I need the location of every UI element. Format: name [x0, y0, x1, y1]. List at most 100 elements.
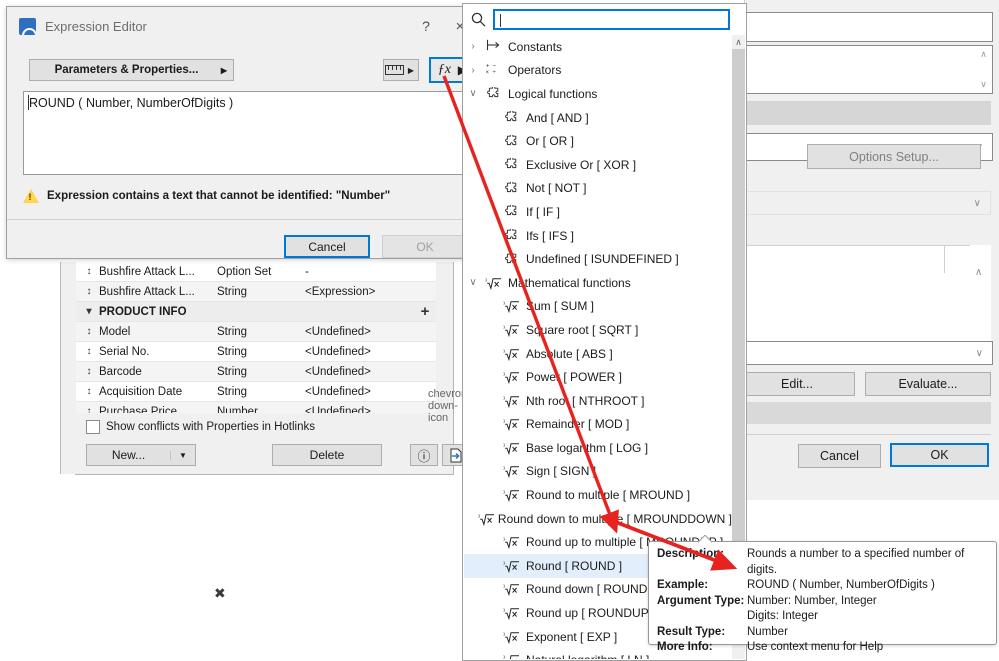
- drag-updown-icon[interactable]: ↕: [79, 326, 99, 337]
- function-item-label: Sum [ SUM ]: [526, 299, 595, 314]
- scroll-up-icon[interactable]: ∧: [975, 267, 982, 278]
- function-list-item[interactable]: 3 Remainder [ MOD ]: [464, 413, 732, 437]
- bg-text-field-1[interactable]: [739, 12, 993, 42]
- chevron-right-icon[interactable]: ▶: [404, 66, 418, 75]
- bg-dropdown-3[interactable]: ∨: [739, 341, 993, 365]
- chevron-right-icon[interactable]: ›: [464, 41, 482, 52]
- tooltip-value: ROUND ( Number, NumberOfDigits ): [747, 579, 935, 591]
- function-item-label: Constants: [508, 39, 563, 54]
- add-property-icon[interactable]: +: [414, 303, 436, 320]
- function-list-item[interactable]: Undefined [ ISUNDEFINED ]: [464, 247, 732, 271]
- info-button[interactable]: ⓘ: [410, 444, 438, 466]
- function-list-item[interactable]: › + − × ÷ Operators: [464, 59, 732, 83]
- drag-updown-icon[interactable]: ↕: [79, 266, 99, 277]
- scroll-up-icon[interactable]: ∧: [732, 35, 745, 49]
- property-value[interactable]: <Undefined>: [305, 366, 436, 378]
- expression-input[interactable]: ROUND ( Number, NumberOfDigits ): [23, 91, 463, 175]
- show-conflicts-checkbox[interactable]: [86, 420, 100, 434]
- scrollbar-thumb[interactable]: [732, 49, 745, 551]
- tooltip-row: More Info: Use context menu for Help: [657, 640, 988, 656]
- function-list-item[interactable]: 3 Round to multiple [ MROUND ]: [464, 483, 732, 507]
- property-value[interactable]: <Expression>: [305, 286, 436, 298]
- options-setup-button[interactable]: Options Setup...: [807, 144, 981, 169]
- help-button[interactable]: ?: [409, 7, 443, 45]
- warning-message: Expression contains a text that cannot b…: [47, 190, 391, 202]
- chevron-down-icon[interactable]: ∨: [464, 88, 482, 99]
- property-value[interactable]: -: [305, 266, 436, 278]
- function-list-item[interactable]: 3 Nth root [ NTHROOT ]: [464, 389, 732, 413]
- puzzle-icon: [504, 252, 518, 266]
- edit-button[interactable]: Edit...: [739, 372, 855, 396]
- prop-window-left-edge: [60, 262, 76, 474]
- chevron-down-icon[interactable]: ∨: [976, 348, 983, 359]
- bg-cancel-button[interactable]: Cancel: [798, 444, 881, 468]
- function-list-item[interactable]: Exclusive Or [ XOR ]: [464, 153, 732, 177]
- parameters-properties-button[interactable]: Parameters & Properties... ▶: [29, 59, 234, 81]
- properties-table[interactable]: ↕ Bushfire Attack L... Option Set - ↕ Bushfir…: [76, 262, 436, 413]
- radical-icon: 3: [503, 394, 519, 408]
- table-row[interactable]: ↕ Barcode String <Undefined>: [76, 362, 436, 382]
- function-list-item[interactable]: 3 Round down to multiple [ MROUNDDOWN ]: [464, 507, 732, 531]
- bg-list-field[interactable]: ∧ ∨: [739, 45, 993, 94]
- delete-button[interactable]: Delete: [272, 444, 382, 466]
- table-row[interactable]: ↕ Acquisition Date String <Undefined>: [76, 382, 436, 402]
- table-row[interactable]: ↕ Model String <Undefined>: [76, 322, 436, 342]
- bg-pane-divider: [944, 245, 945, 273]
- function-list-item[interactable]: 3 Power [ POWER ]: [464, 365, 732, 389]
- cancel-button[interactable]: Cancel: [284, 235, 370, 258]
- bg-ok-button[interactable]: OK: [890, 443, 989, 467]
- new-dropdown-caret[interactable]: ▼: [170, 450, 195, 460]
- bg-list-spinner[interactable]: ∧ ∨: [975, 46, 992, 93]
- evaluate-button[interactable]: Evaluate...: [865, 372, 991, 396]
- function-list-item[interactable]: 3 Absolute [ ABS ]: [464, 342, 732, 366]
- function-list-item[interactable]: 3 Sign [ SIGN ]: [464, 460, 732, 484]
- show-conflicts-checkbox-row[interactable]: Show conflicts with Properties in Hotlin…: [86, 420, 315, 434]
- function-list-item[interactable]: Or [ OR ]: [464, 129, 732, 153]
- table-row[interactable]: ↕ Bushfire Attack L... String <Expression>: [76, 282, 436, 302]
- property-value[interactable]: <Undefined>: [305, 326, 436, 338]
- chevron-right-icon[interactable]: ▶: [215, 66, 233, 75]
- measurement-button[interactable]: ▶: [383, 59, 419, 81]
- close-marker-icon[interactable]: ✖: [214, 586, 226, 602]
- expression-editor-titlebar[interactable]: Expression Editor ? ×: [7, 7, 477, 45]
- chevron-down-icon[interactable]: ∨: [464, 277, 482, 288]
- function-list-item[interactable]: ∨ Logical functions: [464, 82, 732, 106]
- function-list-item[interactable]: And [ AND ]: [464, 106, 732, 130]
- chevron-right-icon[interactable]: ›: [464, 65, 482, 76]
- property-value[interactable]: <Undefined>: [305, 406, 436, 414]
- function-item-label: Nth root [ NTHROOT ]: [526, 393, 645, 408]
- function-list-item[interactable]: Not [ NOT ]: [464, 177, 732, 201]
- tooltip-key: [657, 609, 747, 625]
- expression-editor-dialog: Expression Editor ? × Parameters & Prope…: [6, 6, 478, 259]
- bg-pane-scroll-area[interactable]: ∧: [970, 245, 991, 345]
- function-search-input[interactable]: [493, 8, 730, 30]
- chevron-down-icon[interactable]: ▾: [79, 306, 99, 317]
- drag-updown-icon[interactable]: ↕: [79, 286, 99, 297]
- tooltip-value: Rounds a number to a specified number of…: [747, 548, 965, 576]
- table-row[interactable]: ↕ Purchase Price Number <Undefined>: [76, 402, 436, 413]
- property-value[interactable]: <Undefined>: [305, 386, 436, 398]
- table-row[interactable]: ↕ Serial No. String <Undefined>: [76, 342, 436, 362]
- drag-updown-icon[interactable]: ↕: [79, 406, 99, 413]
- radical-icon: 3: [503, 653, 519, 659]
- drag-updown-icon[interactable]: ↕: [79, 346, 99, 357]
- radical-icon: 3: [503, 370, 519, 385]
- property-name: Bushfire Attack L...: [99, 285, 195, 298]
- function-list-item[interactable]: 3 Square root [ SQRT ]: [464, 318, 732, 342]
- table-row[interactable]: ↕ Bushfire Attack L... Option Set -: [76, 262, 436, 282]
- spinner-down-icon[interactable]: ∨: [980, 79, 987, 90]
- function-list-item[interactable]: If [ IF ]: [464, 200, 732, 224]
- spinner-up-icon[interactable]: ∧: [980, 49, 987, 60]
- chevron-down-icon[interactable]: ∨: [974, 198, 981, 209]
- bg-dropdown-2[interactable]: ∨: [739, 191, 991, 215]
- function-list-item[interactable]: ∨ 3 Mathematical functions: [464, 271, 732, 295]
- drag-updown-icon[interactable]: ↕: [79, 366, 99, 377]
- new-button[interactable]: New... ▼: [86, 444, 196, 466]
- function-list-item[interactable]: Ifs [ IFS ]: [464, 224, 732, 248]
- property-value[interactable]: <Undefined>: [305, 346, 436, 358]
- function-list-item[interactable]: 3 Base logarithm [ LOG ]: [464, 436, 732, 460]
- function-list-item[interactable]: 3 Sum [ SUM ]: [464, 295, 732, 319]
- function-list-item[interactable]: › Constants: [464, 35, 732, 59]
- property-group-row[interactable]: ▾ PRODUCT INFO +: [76, 302, 436, 322]
- drag-updown-icon[interactable]: ↕: [79, 386, 99, 397]
